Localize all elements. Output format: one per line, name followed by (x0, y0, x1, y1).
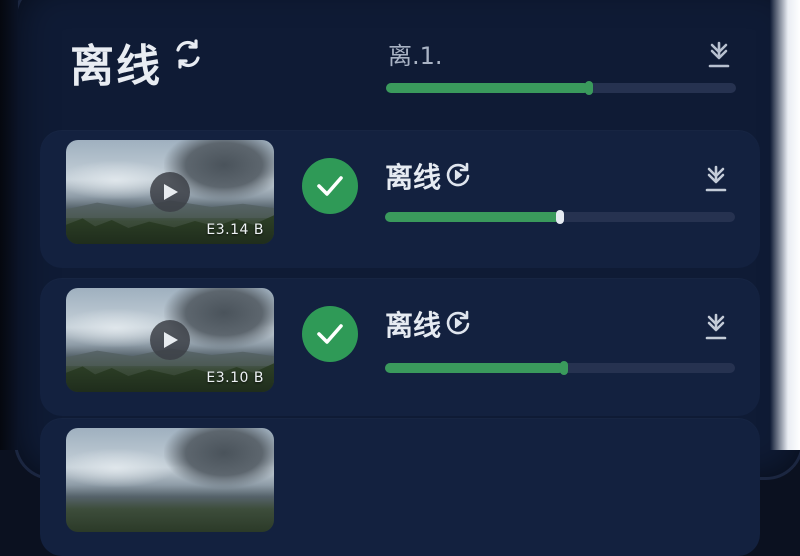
download-item[interactable]: E3.14 B 离线 (40, 130, 760, 268)
item-progress-bar (385, 361, 735, 375)
overall-progress-bar (386, 81, 736, 95)
play-icon[interactable] (150, 320, 190, 360)
sync-play-icon[interactable] (445, 162, 471, 188)
file-size: E3.10 B (206, 370, 264, 386)
check-icon (302, 158, 358, 214)
download-all-icon[interactable] (706, 40, 732, 70)
overall-progress-fill (386, 83, 589, 93)
item-title: 离线 (385, 309, 442, 342)
overall-progress-label: 离.1. (388, 42, 443, 70)
overall-progress-knob[interactable] (585, 81, 593, 95)
download-icon[interactable] (704, 164, 728, 194)
download-item[interactable]: E3.10 B 离线 (40, 278, 760, 416)
play-icon[interactable] (150, 172, 190, 212)
sync-play-icon[interactable] (445, 310, 471, 336)
device-edge-left (0, 0, 18, 450)
item-title: 离线 (385, 161, 442, 194)
video-thumbnail[interactable]: E3.14 B (66, 140, 274, 244)
video-thumbnail[interactable]: E3.10 B (66, 288, 274, 392)
download-icon[interactable] (704, 312, 728, 342)
video-thumbnail[interactable] (66, 428, 274, 532)
device-edge-right (770, 0, 800, 450)
download-item[interactable] (40, 418, 760, 556)
item-progress-knob[interactable] (559, 361, 568, 375)
page-title: 离线 (70, 41, 162, 92)
check-icon (302, 306, 358, 362)
item-progress-fill (385, 212, 560, 222)
item-progress-fill (385, 363, 564, 373)
item-progress-bar (385, 210, 735, 224)
item-progress-knob[interactable] (556, 210, 564, 224)
file-size: E3.14 B (206, 222, 264, 238)
sync-icon[interactable] (170, 36, 206, 72)
